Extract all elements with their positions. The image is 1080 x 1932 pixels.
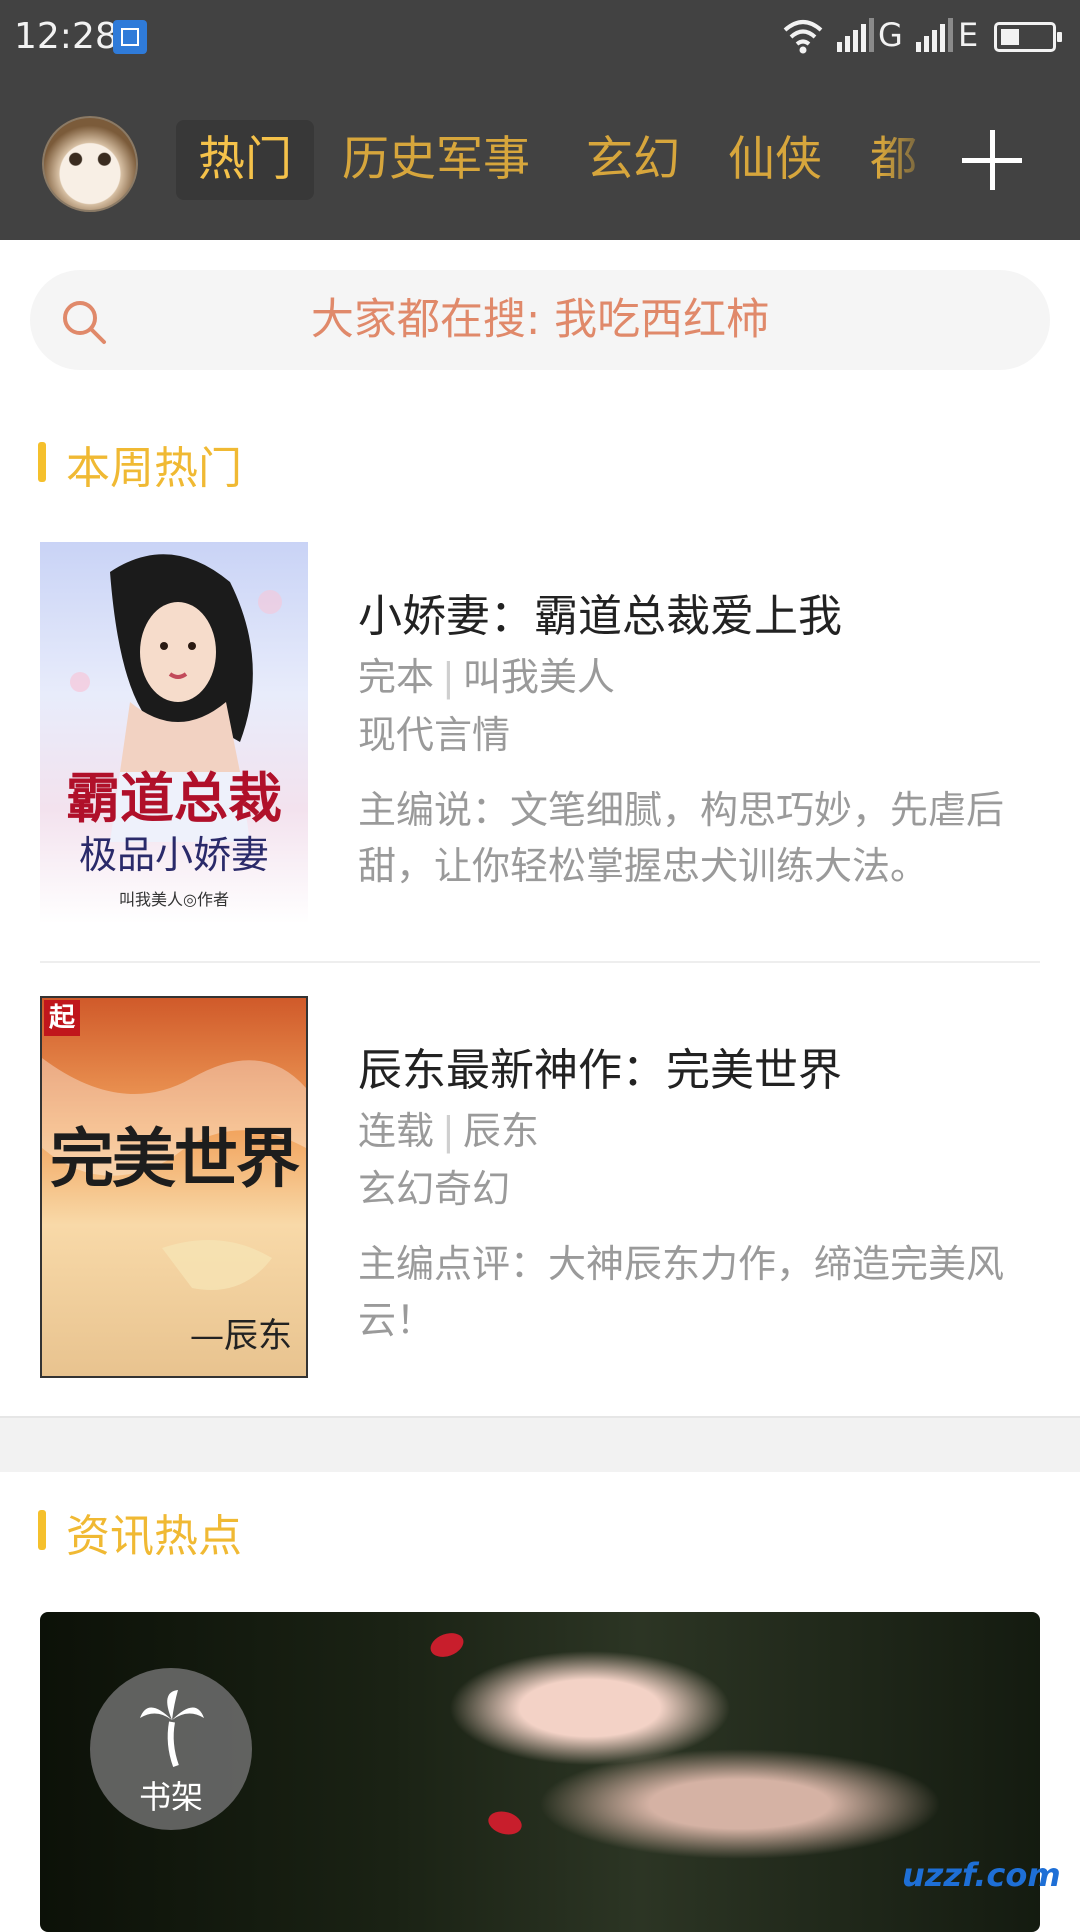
section-marker	[38, 1510, 46, 1550]
book-cover[interactable]: 霸道总裁 极品小娇妻 叫我美人◎作者	[40, 542, 308, 924]
book-meta: 完本 | 叫我美人	[358, 646, 615, 701]
cover-author: —辰东	[190, 1316, 292, 1356]
meta-separator: |	[442, 655, 455, 699]
book-meta: 连载 | 辰东	[358, 1100, 539, 1155]
palm-tree-icon	[140, 1690, 204, 1768]
cover-badge: 起	[44, 1000, 80, 1036]
book-genre: 现代言情	[358, 713, 511, 757]
category-nav: 热门 历史军事 玄幻 仙侠 都	[0, 80, 1080, 240]
tab-xianxia[interactable]: 仙侠	[706, 120, 844, 200]
cover-title-2: 极品小娇妻	[78, 833, 269, 877]
tab-fantasy[interactable]: 玄幻	[564, 120, 702, 200]
signal-icon	[837, 18, 874, 52]
section-separator	[0, 1416, 1080, 1472]
section-title: 资讯热点	[66, 1511, 242, 1562]
tab-hot[interactable]: 热门	[176, 120, 314, 200]
status-time: 12:28	[14, 16, 118, 57]
section-marker	[38, 442, 46, 482]
book-status: 连载	[358, 1109, 435, 1153]
cover-author: 叫我美人◎作者	[119, 890, 229, 909]
signal-icon-2	[916, 18, 953, 52]
divider	[40, 961, 1040, 963]
bookshelf-label: 书架	[138, 1778, 203, 1816]
wifi-icon	[783, 20, 823, 54]
book-cover[interactable]: 起 完美世界 —辰东	[40, 996, 308, 1378]
book-status: 完本	[358, 655, 435, 699]
book-title[interactable]: 小娇妻：霸道总裁爱上我	[358, 580, 842, 644]
book-description: 主编点评：大神辰东力作，缔造完美风云！	[358, 1242, 1005, 1342]
banner-detail	[427, 1628, 467, 1662]
banner-detail	[485, 1807, 525, 1839]
book-author: 辰东	[462, 1109, 539, 1153]
book-item[interactable]: 霸道总裁 极品小娇妻 叫我美人◎作者 小娇妻：霸道总裁爱上我 完本 | 叫我美人 现…	[40, 542, 1040, 942]
network-type-1: G	[878, 16, 903, 54]
avatar[interactable]	[42, 116, 138, 212]
cover-title: 完美世界	[50, 1122, 300, 1197]
status-bar: 12:28 G E	[0, 0, 1080, 80]
add-category-button[interactable]	[960, 128, 1024, 192]
tab-history-military[interactable]: 历史军事	[320, 120, 552, 200]
book-author: 叫我美人	[462, 655, 615, 699]
meta-separator: |	[442, 1109, 455, 1153]
book-item[interactable]: 起 完美世界 —辰东 辰东最新神作：完美世界 连载 | 辰东 玄幻奇幻 主编点评：大…	[40, 996, 1040, 1396]
section-title: 本周热门	[66, 443, 242, 494]
search-bar[interactable]: 大家都在搜: 我吃西红柿	[30, 270, 1050, 370]
watermark-logo: uzzf.com	[902, 1856, 1061, 1894]
book-description: 主编说：文笔细腻，构思巧妙，先虐后甜，让你轻松掌握忠犬训练大法。	[358, 788, 1005, 888]
tabs-fade	[880, 80, 940, 240]
screenshot-icon	[113, 20, 147, 54]
bookshelf-button[interactable]: 书架	[90, 1668, 252, 1830]
cover-title-1: 霸道总裁	[66, 766, 282, 830]
network-type-2: E	[958, 16, 979, 54]
book-genre: 玄幻奇幻	[358, 1167, 511, 1211]
book-title[interactable]: 辰东最新神作：完美世界	[358, 1034, 842, 1098]
search-placeholder: 大家都在搜: 我吃西红柿	[310, 295, 770, 345]
battery-icon	[994, 22, 1062, 52]
